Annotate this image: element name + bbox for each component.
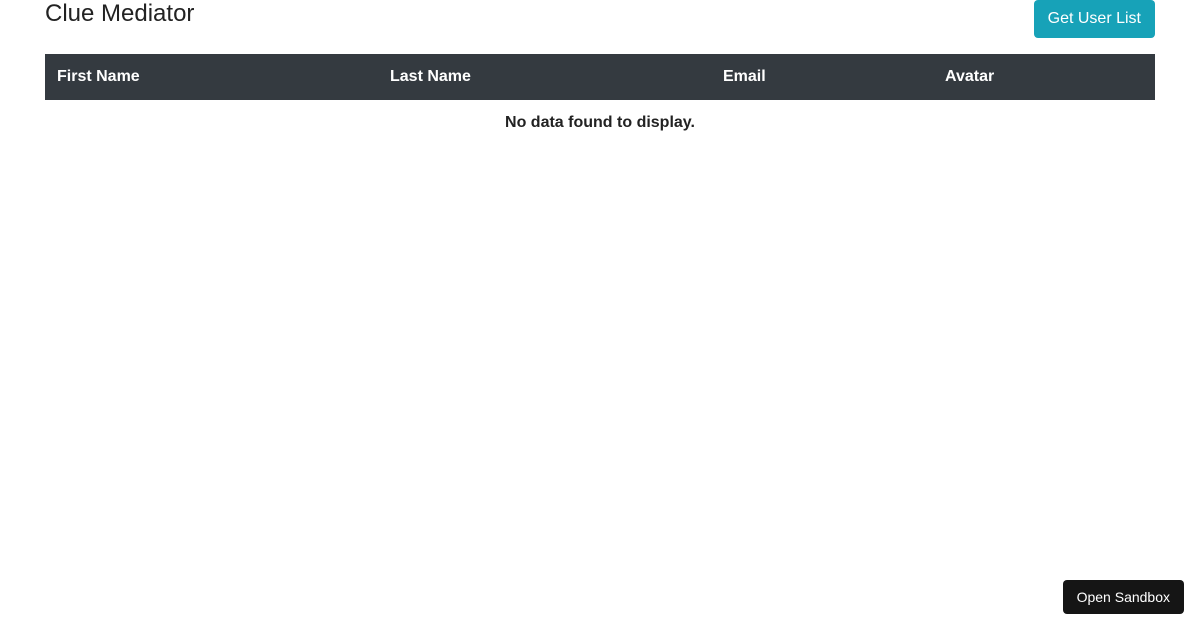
- open-sandbox-button[interactable]: Open Sandbox: [1063, 580, 1184, 614]
- column-avatar: Avatar: [933, 54, 1155, 100]
- empty-state-message: No data found to display.: [45, 100, 1155, 146]
- header-row: Clue Mediator Get User List: [45, 0, 1155, 38]
- column-first-name: First Name: [45, 54, 378, 100]
- user-table-container: First Name Last Name Email Avatar No dat…: [45, 54, 1155, 146]
- column-email: Email: [711, 54, 933, 100]
- get-user-list-button[interactable]: Get User List: [1034, 0, 1155, 38]
- user-table: First Name Last Name Email Avatar: [45, 54, 1155, 100]
- page-title: Clue Mediator: [45, 0, 194, 29]
- table-header-row: First Name Last Name Email Avatar: [45, 54, 1155, 100]
- column-last-name: Last Name: [378, 54, 711, 100]
